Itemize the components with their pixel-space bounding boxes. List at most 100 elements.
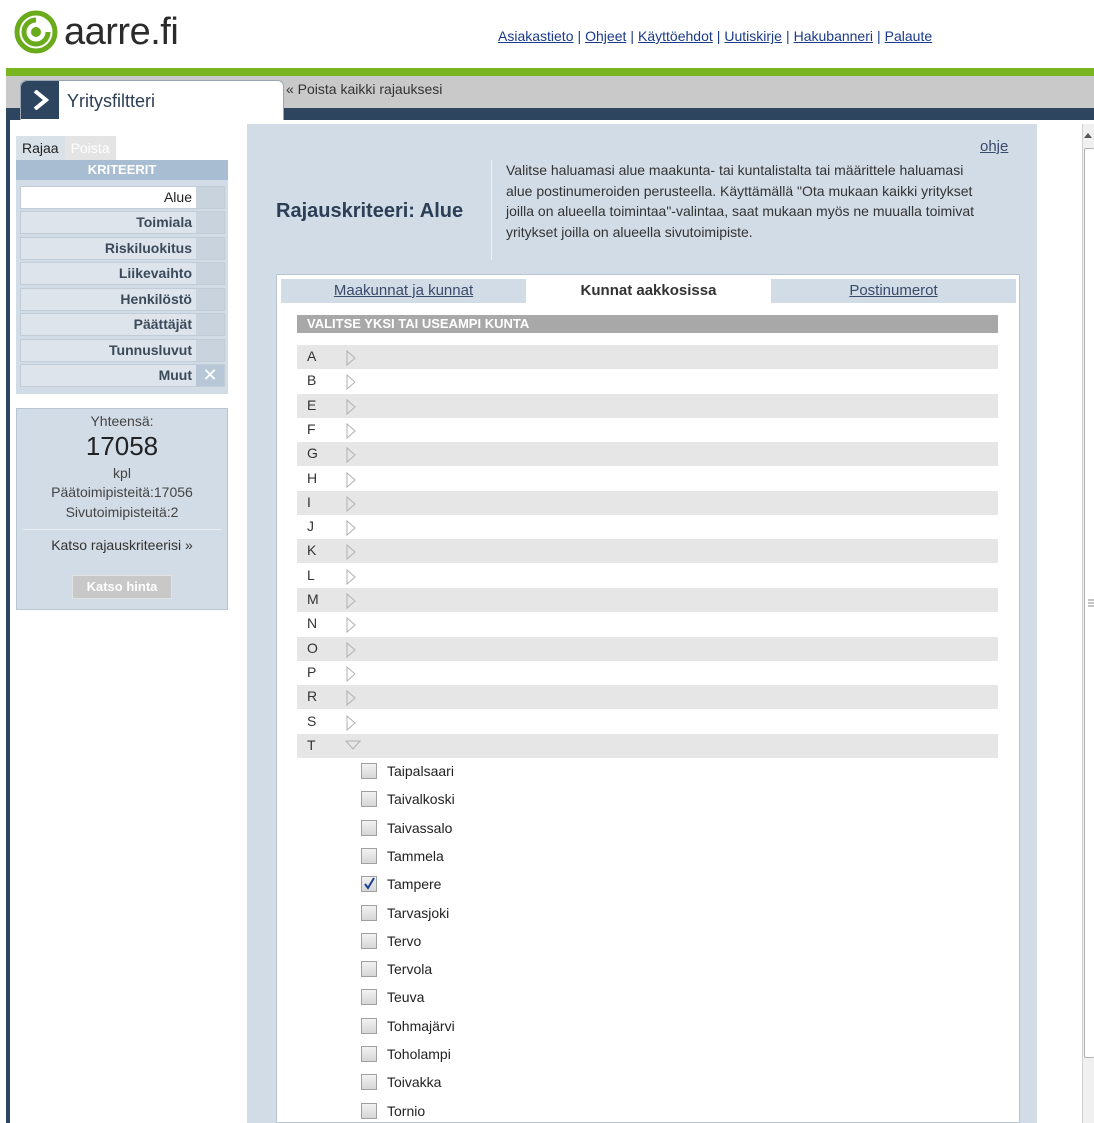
criteria-item-toimiala[interactable]: Toimiala — [20, 211, 225, 234]
triangle-right-icon[interactable] — [345, 616, 357, 636]
tab-regions-and-municipalities[interactable]: Maakunnat ja kunnat — [281, 279, 526, 303]
view-price-button[interactable]: Katso hinta — [72, 575, 172, 599]
letter-row-r[interactable]: R — [297, 685, 998, 709]
triangle-right-icon[interactable] — [345, 422, 357, 442]
tab-postal-codes[interactable]: Postinumerot — [771, 279, 1016, 303]
header-link-uutiskirje[interactable]: Uutiskirje — [724, 28, 782, 44]
letter-row-a[interactable]: A — [297, 345, 998, 369]
header-link-palaute[interactable]: Palaute — [885, 28, 932, 44]
town-checkbox[interactable] — [361, 1074, 377, 1090]
town-checkbox[interactable] — [361, 1103, 377, 1119]
town-checkbox[interactable] — [361, 820, 377, 836]
triangle-right-icon[interactable] — [345, 398, 357, 418]
page-title: Rajauskriteeri: Alue — [276, 200, 464, 222]
town-checkbox[interactable] — [361, 933, 377, 949]
town-item: Toivakka — [361, 1072, 661, 1096]
letter-row-p[interactable]: P — [297, 661, 998, 685]
main-content: ohje Rajauskriteeri: Alue Valitse haluam… — [247, 124, 1037, 1123]
tab-remove[interactable]: Poista — [64, 136, 116, 160]
close-icon[interactable]: ✕ — [196, 365, 224, 386]
link-separator: | — [577, 28, 582, 44]
triangle-right-icon[interactable] — [345, 495, 357, 515]
triangle-right-icon[interactable] — [345, 446, 357, 466]
triangle-right-icon[interactable] — [345, 641, 357, 661]
letter-label: L — [307, 567, 315, 583]
tab-municipalities-alphabetical[interactable]: Kunnat aakkosissa — [526, 279, 771, 303]
triangle-right-icon[interactable] — [345, 592, 357, 612]
town-name: Tornio — [387, 1103, 426, 1119]
town-checkbox[interactable] — [361, 905, 377, 921]
remove-all-filters-link[interactable]: « Poista kaikki rajauksesi — [286, 81, 442, 97]
criteria-list: KRITEERIT Alue Toimiala Riskiluokitus Li… — [16, 160, 228, 394]
triangle-down-icon[interactable] — [344, 739, 362, 754]
criteria-item-riskiluokitus[interactable]: Riskiluokitus — [20, 237, 225, 260]
town-checkbox[interactable] — [361, 791, 377, 807]
total-count: 17058 — [85, 431, 159, 461]
letter-label: O — [307, 640, 318, 656]
triangle-right-icon[interactable] — [345, 665, 357, 685]
town-checkbox[interactable] — [361, 1018, 377, 1034]
letter-row-l[interactable]: L — [297, 564, 998, 588]
header-link-ohjeet[interactable]: Ohjeet — [585, 28, 626, 44]
triangle-right-icon[interactable] — [345, 519, 357, 539]
header-link-kayttoehdot[interactable]: Käyttöehdot — [638, 28, 713, 44]
letter-row-k[interactable]: K — [297, 539, 998, 563]
criteria-item-paattajat[interactable]: Päättäjät — [20, 313, 225, 336]
criteria-item-tunnusluvut[interactable]: Tunnusluvut — [20, 339, 225, 362]
town-name: Taipalsaari — [387, 763, 454, 779]
view-criteria-link[interactable]: Katso rajauskriteerisi » — [17, 537, 227, 553]
link-separator: | — [785, 28, 790, 44]
letter-row-o[interactable]: O — [297, 637, 998, 661]
triangle-right-icon[interactable] — [345, 543, 357, 563]
letter-row-t[interactable]: T — [297, 734, 998, 758]
link-separator: | — [630, 28, 635, 44]
town-name: Tervo — [387, 933, 422, 949]
letter-label: N — [307, 615, 318, 631]
criteria-item-label: Päättäjät — [133, 316, 192, 332]
letter-row-f[interactable]: F — [297, 418, 998, 442]
help-link[interactable]: ohje — [980, 138, 1008, 155]
criteria-item-henkilosto[interactable]: Henkilöstö — [20, 288, 225, 311]
town-checkbox[interactable] — [361, 876, 377, 892]
town-name: Teuva — [387, 989, 425, 1005]
letter-row-n[interactable]: N — [297, 612, 998, 636]
town-checkbox[interactable] — [361, 848, 377, 864]
site-logo[interactable]: aarre.fi — [14, 10, 179, 54]
criteria-item-muut[interactable]: Muut ✕ — [20, 364, 225, 387]
branch-offices-count: Sivutoimipisteitä:2 — [65, 504, 179, 520]
town-checkbox[interactable] — [361, 961, 377, 977]
triangle-right-icon[interactable] — [345, 714, 357, 734]
header-link-hakubanneri[interactable]: Hakubanneri — [794, 28, 873, 44]
letter-row-e[interactable]: E — [297, 394, 998, 418]
criteria-item-alue[interactable]: Alue — [20, 186, 225, 209]
town-checkbox[interactable] — [361, 1046, 377, 1062]
letter-label: E — [307, 397, 317, 413]
aarre-ring-logo-icon — [14, 10, 58, 54]
site-header: aarre.fi Asiakastieto | Ohjeet | Käyttöehdot… — [0, 0, 1094, 68]
criteria-item-liikevaihto[interactable]: Liikevaihto — [20, 262, 225, 285]
letter-row-m[interactable]: M — [297, 588, 998, 612]
triangle-right-icon[interactable] — [345, 689, 357, 709]
town-checkbox[interactable] — [361, 989, 377, 1005]
letter-row-g[interactable]: G — [297, 442, 998, 466]
criteria-description: Valitse haluamasi alue maakunta- tai kun… — [506, 162, 974, 240]
town-name: Tervola — [387, 961, 433, 977]
town-item: Teuva — [361, 987, 661, 1011]
tab-filter[interactable]: Rajaa — [16, 136, 65, 160]
letter-label: P — [307, 664, 317, 680]
triangle-right-icon[interactable] — [345, 568, 357, 588]
triangle-right-icon[interactable] — [345, 471, 357, 491]
letter-row-h[interactable]: H — [297, 467, 998, 491]
letter-row-s[interactable]: S — [297, 710, 998, 734]
triangle-right-icon[interactable] — [345, 373, 357, 393]
town-checkbox[interactable] — [361, 763, 377, 779]
triangle-right-icon[interactable] — [345, 349, 357, 369]
header-link-asiakastieto[interactable]: Asiakastieto — [498, 28, 573, 44]
letter-row-b[interactable]: B — [297, 369, 998, 393]
town-name: Tampere — [387, 876, 442, 892]
town-item: Taipalsaari — [361, 761, 661, 785]
letter-row-i[interactable]: I — [297, 491, 998, 515]
scroll-up-arrow-icon[interactable] — [1084, 128, 1092, 138]
town-name: Toholampi — [387, 1046, 451, 1062]
letter-row-j[interactable]: J — [297, 515, 998, 539]
